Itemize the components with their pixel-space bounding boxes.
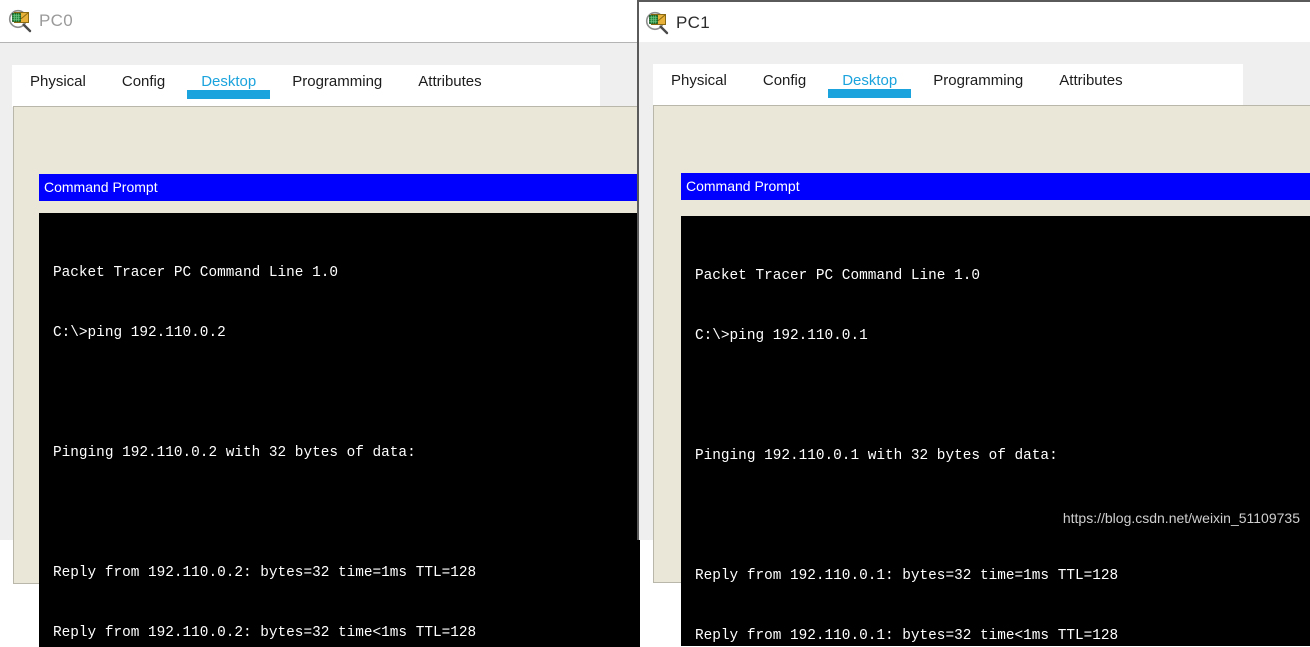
window-titlebar-pc0[interactable]: PC0 — [0, 0, 640, 42]
desktop-panel-pc0: Command Prompt Packet Tracer PC Command … — [13, 106, 640, 647]
tabstrip-pc0: Physical Config Desktop Programming Attr… — [12, 65, 600, 107]
terminal-line: Reply from 192.110.0.2: bytes=32 time=1m… — [53, 565, 477, 581]
terminal-line: C:\>ping 192.110.0.2 — [53, 325, 226, 341]
watermark-url: https://blog.csdn.net/weixin_51109735 — [1062, 510, 1300, 526]
command-prompt-titlebar[interactable]: Command Prompt — [681, 173, 1310, 200]
window-body-pc0: Physical Config Desktop Programming Attr… — [0, 42, 640, 647]
tabstrip-pc1: Physical Config Desktop Programming Attr… — [653, 64, 1243, 106]
terminal-line: Packet Tracer PC Command Line 1.0 — [53, 265, 338, 281]
tab-desktop[interactable]: Desktop — [183, 65, 274, 107]
command-prompt-terminal-pc0[interactable]: Packet Tracer PC Command Line 1.0 C:\>pi… — [39, 213, 640, 647]
inspect-magnifier-icon — [8, 8, 34, 34]
device-window-pc1[interactable]: PC1 Physical Config Desktop Programming … — [637, 0, 1310, 646]
window-body-pc1: Physical Config Desktop Programming Attr… — [639, 42, 1310, 646]
terminal-line: Reply from 192.110.0.2: bytes=32 time<1m… — [53, 625, 477, 641]
tab-programming[interactable]: Programming — [274, 65, 400, 107]
tab-physical[interactable]: Physical — [12, 65, 104, 107]
terminal-line: Pinging 192.110.0.1 with 32 bytes of dat… — [695, 448, 1058, 464]
device-window-pc0[interactable]: PC0 Physical Config Desktop Programming … — [0, 0, 640, 647]
tab-physical[interactable]: Physical — [653, 64, 745, 106]
tab-config[interactable]: Config — [104, 65, 183, 107]
terminal-line: Packet Tracer PC Command Line 1.0 — [695, 268, 980, 284]
terminal-line: Reply from 192.110.0.1: bytes=32 time<1m… — [695, 628, 1119, 644]
window-title-label: PC0 — [39, 11, 73, 30]
command-prompt-titlebar[interactable]: Command Prompt — [39, 174, 640, 201]
tab-attributes[interactable]: Attributes — [400, 65, 499, 107]
terminal-line: Pinging 192.110.0.2 with 32 bytes of dat… — [53, 445, 416, 461]
tab-desktop[interactable]: Desktop — [824, 64, 915, 106]
window-title-label: PC1 — [676, 13, 710, 32]
tab-attributes[interactable]: Attributes — [1041, 64, 1140, 106]
terminal-line: C:\>ping 192.110.0.1 — [695, 328, 868, 344]
tab-programming[interactable]: Programming — [915, 64, 1041, 106]
inspect-magnifier-icon — [645, 10, 671, 36]
tab-config[interactable]: Config — [745, 64, 824, 106]
terminal-line: Reply from 192.110.0.1: bytes=32 time=1m… — [695, 568, 1119, 584]
command-prompt-terminal-pc1[interactable]: Packet Tracer PC Command Line 1.0 C:\>pi… — [681, 216, 1310, 646]
window-titlebar-pc1[interactable]: PC1 — [639, 2, 1310, 44]
